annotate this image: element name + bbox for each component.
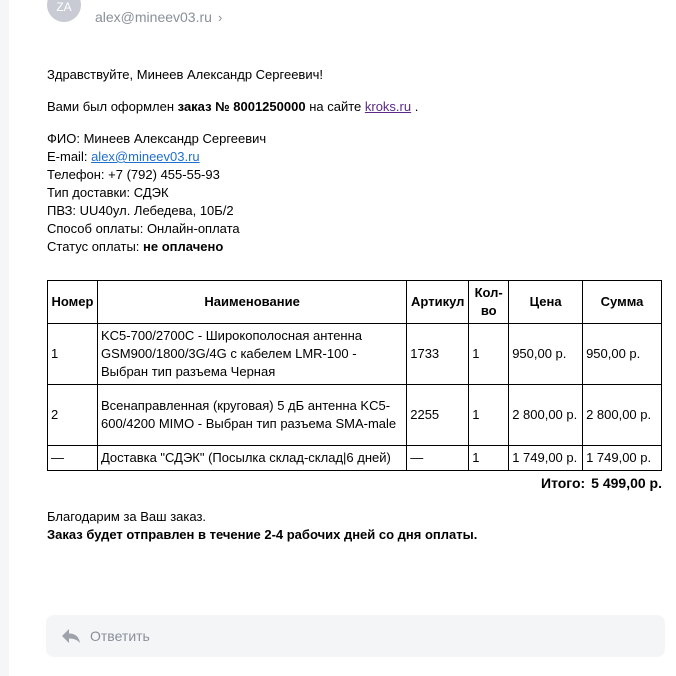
col-header-name: Наименование bbox=[96, 280, 408, 324]
order-table: Номер Наименование Артикул Кол-во Цена С… bbox=[47, 280, 662, 471]
order-total: Итого: 5 499,00 р. bbox=[541, 475, 662, 491]
greeting: Здравствуйте, Минеев Александр Сергеевич… bbox=[47, 67, 323, 82]
col-header-qty: Кол-во bbox=[468, 280, 510, 324]
left-sidebar-strip bbox=[0, 0, 9, 676]
col-header-sku: Артикул bbox=[406, 280, 470, 324]
detail-payment-method: Способ оплаты: Онлайн-оплата bbox=[47, 221, 240, 236]
order-line: Вами был оформлен заказ № 8001250000 на … bbox=[47, 99, 419, 114]
col-header-price: Цена bbox=[508, 280, 584, 324]
detail-phone: Телефон: +7 (792) 455-55-93 bbox=[47, 167, 220, 182]
chevron-right-icon[interactable]: › bbox=[218, 10, 222, 25]
thanks-text: Благодарим за Ваш заказ. bbox=[47, 509, 207, 524]
detail-fio: ФИО: Минеев Александр Сергеевич bbox=[47, 131, 267, 146]
reply-button[interactable]: Ответить bbox=[46, 615, 665, 657]
table-row: 2 Всенаправленная (круговая) 5 дБ антенн… bbox=[47, 384, 662, 446]
col-header-number: Номер bbox=[47, 280, 98, 324]
table-header-row: Номер Наименование Артикул Кол-во Цена С… bbox=[47, 280, 662, 324]
col-header-sum: Сумма bbox=[582, 280, 662, 324]
reply-label: Ответить bbox=[90, 628, 150, 644]
detail-email: E-mail: alex@mineev03.ru bbox=[47, 149, 200, 164]
shipping-note: Заказ будет отправлен в течение 2-4 рабо… bbox=[47, 527, 478, 542]
reply-icon bbox=[60, 625, 82, 647]
order-number: заказ № 8001250000 bbox=[177, 99, 306, 114]
site-link[interactable]: kroks.ru bbox=[365, 99, 411, 114]
detail-pickup-point: ПВЗ: UU40ул. Лебедева, 10Б/2 bbox=[47, 203, 234, 218]
avatar: ZA bbox=[47, 0, 81, 22]
email-body: Здравствуйте, Минеев Александр Сергеевич… bbox=[47, 66, 667, 544]
sender-email[interactable]: alex@mineev03.ru bbox=[95, 9, 212, 25]
table-row: — Доставка "СДЭК" (Посылка склад-склад|6… bbox=[47, 445, 662, 471]
order-details: ФИО: Минеев Александр Сергеевич E-mail: … bbox=[47, 130, 667, 256]
table-row: 1 KC5-700/2700C - Широкополосная антенна… bbox=[47, 323, 662, 385]
detail-delivery: Тип доставки: СДЭК bbox=[47, 185, 169, 200]
sender-row[interactable]: ZA alex@mineev03.ru › bbox=[47, 0, 222, 25]
email-link[interactable]: alex@mineev03.ru bbox=[91, 149, 200, 164]
detail-payment-status: Статус оплаты: не оплачено bbox=[47, 239, 224, 254]
